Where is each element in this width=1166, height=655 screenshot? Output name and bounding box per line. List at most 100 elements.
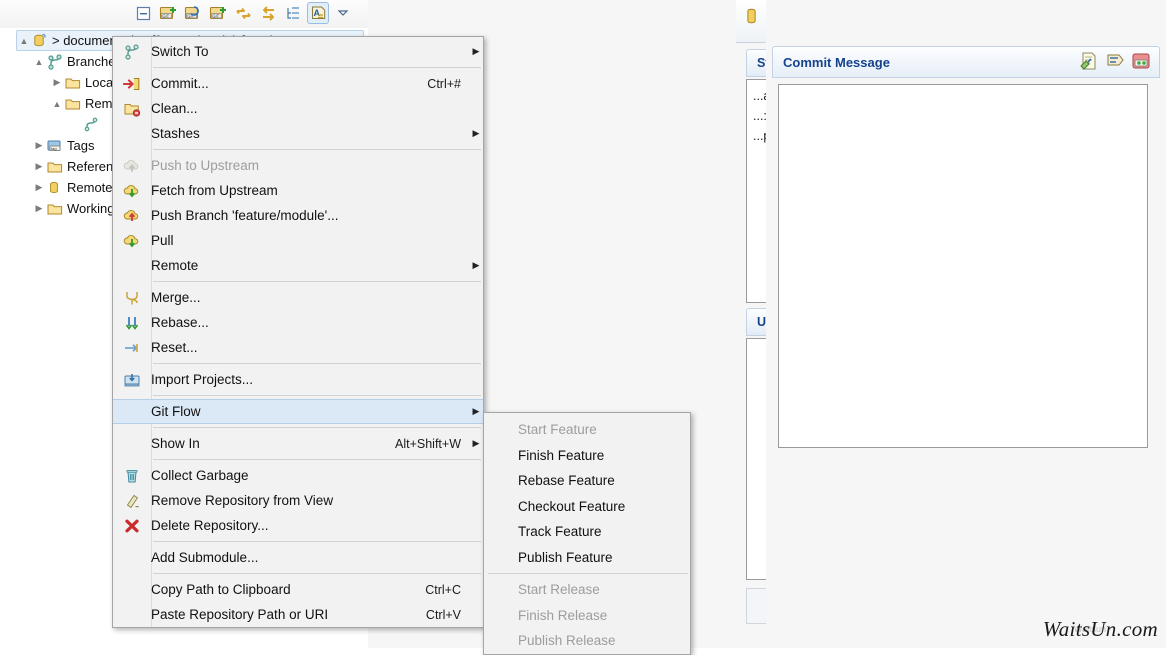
menu-label: Fetch from Upstream bbox=[151, 183, 469, 198]
menu-accelerator: Alt+Shift+W bbox=[395, 437, 469, 451]
menu-label: Remove Repository from View bbox=[151, 493, 469, 508]
menu-item-show-in[interactable]: Show In Alt+Shift+W ▶ bbox=[113, 431, 483, 456]
trash-icon bbox=[113, 463, 151, 488]
import-projects-icon bbox=[113, 367, 151, 392]
menu-label: Publish Release bbox=[518, 633, 690, 648]
menu-item-collect-garbage[interactable]: Collect Garbage bbox=[113, 463, 483, 488]
twisty-expanded-icon[interactable]: ▲ bbox=[17, 36, 31, 46]
clone-repository-icon[interactable]: GIT bbox=[157, 2, 179, 24]
menu-item-remove-repository-from-view[interactable]: Remove Repository from View bbox=[113, 488, 483, 513]
refresh-icon[interactable] bbox=[232, 2, 254, 24]
no-icon bbox=[484, 468, 518, 494]
menu-separator bbox=[153, 427, 481, 428]
commit-message-panel: Commit Message Author: daniel.be <daniel… bbox=[766, 0, 1166, 648]
clean-icon bbox=[113, 96, 151, 121]
push-upstream-icon bbox=[113, 153, 151, 178]
submenu-item-rebase-feature[interactable]: Rebase Feature bbox=[484, 468, 690, 494]
repository-context-menu[interactable]: Switch To ▶ Commit... Ctrl+# Clean... St… bbox=[112, 36, 484, 628]
menu-item-reset[interactable]: Reset... bbox=[113, 335, 483, 360]
submenu-item-track-feature[interactable]: Track Feature bbox=[484, 519, 690, 545]
menu-item-add-submodule[interactable]: Add Submodule... bbox=[113, 545, 483, 570]
twisty-expanded-icon[interactable]: ▲ bbox=[32, 57, 46, 67]
delete-x-icon bbox=[113, 513, 151, 538]
commit-icon bbox=[113, 71, 151, 96]
eraser-icon bbox=[113, 488, 151, 513]
menu-item-git-flow[interactable]: Git Flow ▶ bbox=[113, 399, 483, 424]
submenu-item-finish-release: Finish Release bbox=[484, 603, 690, 629]
submenu-item-publish-release: Publish Release bbox=[484, 628, 690, 654]
folder-icon bbox=[46, 201, 64, 217]
menu-item-remote[interactable]: Remote ▶ bbox=[113, 253, 483, 278]
no-icon bbox=[484, 443, 518, 469]
commit-message-input[interactable] bbox=[778, 84, 1148, 448]
switch-to-icon bbox=[113, 39, 151, 64]
twisty-collapsed-icon[interactable]: ▶ bbox=[32, 140, 46, 151]
submenu-arrow-icon: ▶ bbox=[469, 128, 483, 139]
git-flow-submenu[interactable]: Start Feature Finish Feature Rebase Feat… bbox=[483, 412, 691, 655]
commit-message-title: Commit Message bbox=[783, 55, 890, 70]
menu-label: Show In bbox=[151, 436, 395, 451]
twisty-collapsed-icon[interactable]: ▶ bbox=[32, 203, 46, 214]
copy-path-no-icon bbox=[113, 577, 151, 602]
collapse-all-icon[interactable] bbox=[132, 2, 154, 24]
add-change-id-icon[interactable] bbox=[1105, 51, 1125, 74]
menu-item-paste-repository-path-or-uri[interactable]: Paste Repository Path or URI Ctrl+V bbox=[113, 602, 483, 627]
menu-item-clean[interactable]: Clean... bbox=[113, 96, 483, 121]
submenu-arrow-icon: ▶ bbox=[469, 260, 483, 271]
svg-text:tag: tag bbox=[51, 146, 57, 151]
merge-icon bbox=[113, 285, 151, 310]
menu-item-pull[interactable]: Pull bbox=[113, 228, 483, 253]
submenu-item-publish-feature[interactable]: Publish Feature bbox=[484, 545, 690, 571]
menu-item-switch-to[interactable]: Switch To ▶ bbox=[113, 39, 483, 64]
repository-icon bbox=[31, 33, 49, 49]
menu-item-copy-path-to-clipboard[interactable]: Copy Path to Clipboard Ctrl+C bbox=[113, 577, 483, 602]
menu-label: Publish Feature bbox=[518, 550, 690, 565]
twisty-collapsed-icon[interactable]: ▶ bbox=[32, 182, 46, 193]
menu-item-delete-repository[interactable]: Delete Repository... bbox=[113, 513, 483, 538]
link-with-editor-icon[interactable] bbox=[257, 2, 279, 24]
show-in-no-icon bbox=[113, 431, 151, 456]
twisty-collapsed-icon[interactable]: ▶ bbox=[32, 161, 46, 172]
hierarchy-layout-icon[interactable] bbox=[282, 2, 304, 24]
submenu-item-finish-feature[interactable]: Finish Feature bbox=[484, 443, 690, 469]
menu-item-commit[interactable]: Commit... Ctrl+# bbox=[113, 71, 483, 96]
menu-label: Copy Path to Clipboard bbox=[151, 582, 425, 597]
menu-label: Track Feature bbox=[518, 524, 690, 539]
repository-icon bbox=[744, 7, 759, 29]
twisty-expanded-icon[interactable]: ▲ bbox=[50, 99, 64, 109]
pull-icon bbox=[113, 228, 151, 253]
menu-label: Collect Garbage bbox=[151, 468, 469, 483]
menu-label: Push to Upstream bbox=[151, 158, 469, 173]
menu-separator bbox=[153, 459, 481, 460]
branches-icon bbox=[46, 54, 64, 70]
menu-label: Delete Repository... bbox=[151, 518, 469, 533]
no-icon bbox=[484, 603, 518, 629]
folder-icon bbox=[64, 96, 82, 112]
menu-separator bbox=[153, 573, 481, 574]
add-submodule-no-icon bbox=[113, 545, 151, 570]
submenu-separator bbox=[488, 573, 688, 574]
menu-label: Clean... bbox=[151, 101, 469, 116]
menu-item-rebase[interactable]: Rebase... bbox=[113, 310, 483, 335]
amend-previous-commit-icon[interactable] bbox=[1131, 51, 1151, 74]
menu-item-fetch-from-upstream[interactable]: Fetch from Upstream bbox=[113, 178, 483, 203]
create-repository-icon[interactable]: GIT bbox=[207, 2, 229, 24]
menu-separator bbox=[153, 67, 481, 68]
add-signed-off-by-icon[interactable] bbox=[1079, 51, 1099, 74]
menu-item-import-projects[interactable]: Import Projects... bbox=[113, 367, 483, 392]
menu-item-stashes[interactable]: Stashes ▶ bbox=[113, 121, 483, 146]
twisty-collapsed-icon[interactable]: ▶ bbox=[50, 77, 64, 88]
add-repository-icon[interactable]: GIT bbox=[182, 2, 204, 24]
menu-separator bbox=[153, 281, 481, 282]
view-menu-chevron-icon[interactable] bbox=[332, 2, 354, 24]
menu-item-merge[interactable]: Merge... bbox=[113, 285, 483, 310]
menu-separator bbox=[153, 541, 481, 542]
svg-text:GIT: GIT bbox=[162, 13, 169, 18]
submenu-item-checkout-feature[interactable]: Checkout Feature bbox=[484, 494, 690, 520]
menu-item-push-branch[interactable]: Push Branch 'feature/module'... bbox=[113, 203, 483, 228]
menu-item-push-to-upstream: Push to Upstream bbox=[113, 153, 483, 178]
no-icon bbox=[484, 417, 518, 443]
toggle-branch-commit-icon[interactable]: A bbox=[307, 2, 329, 24]
menu-label: Start Feature bbox=[518, 422, 690, 437]
paste-path-no-icon bbox=[113, 602, 151, 627]
